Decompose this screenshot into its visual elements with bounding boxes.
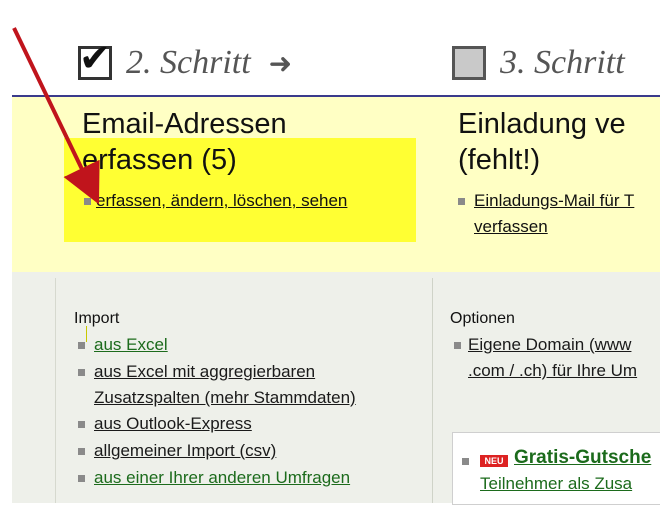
red-arrow-icon <box>12 27 100 205</box>
